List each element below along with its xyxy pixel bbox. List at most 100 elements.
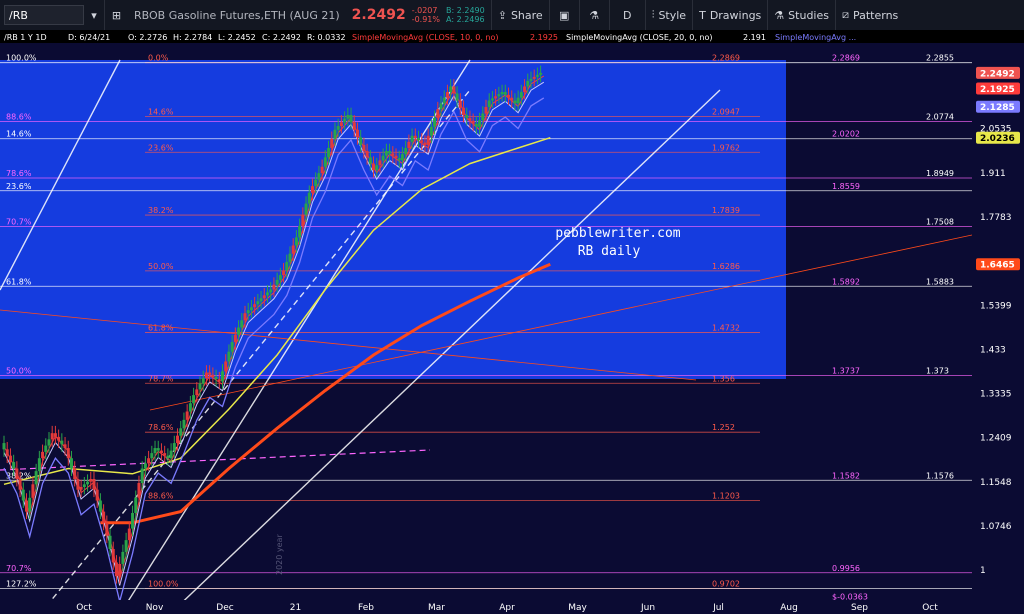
fib-mid-label-3: 38.2% — [148, 206, 174, 215]
change-value: -.0207 — [411, 6, 438, 15]
candle-body-2 — [8, 455, 12, 463]
patterns-label: Patterns — [852, 8, 899, 22]
symbol-text: /RB — [9, 8, 28, 22]
style-button[interactable]: ⫶ Style — [644, 0, 692, 30]
fib-left-label-9: 70.7% — [6, 564, 32, 573]
candle-body-128 — [413, 135, 417, 139]
fib-mid-label-7: 78.6% — [148, 423, 174, 432]
candle-body-122 — [394, 155, 398, 159]
time-tick-6: Apr — [499, 603, 515, 613]
candle-body-21 — [69, 458, 73, 469]
legend-high: H: 2.2784 — [173, 33, 212, 42]
fib-box — [0, 60, 786, 379]
candle-body-4 — [15, 468, 19, 480]
top-toolbar: /RB ▾ ⊞ RBOB Gasoline Futures,ETH (AUG 2… — [0, 0, 1024, 31]
legend-low: L: 2.2452 — [218, 33, 256, 42]
candle-body-94 — [304, 203, 308, 215]
candle-body-138 — [445, 92, 449, 98]
candle-body-133 — [429, 126, 433, 136]
candle-body-35 — [114, 562, 118, 577]
symbol-search-button[interactable]: ▾ — [84, 0, 104, 30]
legend-date: D: 6/24/21 — [68, 33, 110, 42]
fib-mid-label-4: 50.0% — [148, 262, 174, 271]
candle-body-162 — [523, 86, 527, 93]
candle-body-8 — [28, 497, 32, 512]
price-tick-1: 1.911 — [980, 169, 1006, 179]
candle-body-110 — [355, 129, 359, 138]
candle-body-65 — [211, 374, 215, 377]
candle-body-104 — [336, 126, 340, 130]
time-tick-7: May — [568, 603, 587, 613]
candle-body-64 — [208, 372, 212, 375]
candle-body-59 — [192, 395, 196, 404]
candle-body-5 — [18, 479, 22, 490]
candle-body-109 — [352, 122, 356, 130]
candle-body-146 — [471, 120, 475, 124]
candle-body-140 — [452, 86, 456, 94]
candle-body-17 — [57, 436, 61, 441]
legend-close: C: 2.2492 — [262, 33, 301, 42]
candle-body-143 — [462, 107, 466, 115]
snapshot-button[interactable]: ▣ — [548, 0, 579, 30]
candle-body-29 — [95, 489, 99, 501]
candle-body-115 — [372, 163, 376, 170]
price-tick-4: 1.433 — [980, 345, 1006, 355]
candle-style-icon: ⫶ — [651, 8, 655, 21]
candle-body-62 — [201, 378, 205, 384]
candle-body-46 — [150, 453, 154, 459]
candle-body-33 — [108, 535, 112, 549]
candle-body-139 — [449, 86, 453, 93]
time-tick-12: Oct — [922, 603, 938, 613]
fib-left-label-5: 70.7% — [6, 218, 32, 227]
candle-body-129 — [417, 138, 421, 141]
symbol-input[interactable]: /RB — [4, 5, 84, 25]
price-chart[interactable]: 0.0% 2.2869 14.6% 2.0947 23.6% 1.9762 38.2% 1.7… — [0, 30, 1024, 614]
candle-body-97 — [314, 179, 318, 187]
candle-body-106 — [343, 118, 347, 123]
year-label: 2020 year — [275, 534, 284, 575]
studies-label: Studies — [788, 8, 829, 22]
candle-body-80 — [259, 298, 263, 302]
studies-button[interactable]: ⚗ Studies — [767, 0, 835, 30]
candle-body-157 — [506, 94, 510, 98]
candle-body-92 — [298, 225, 302, 238]
patterns-button[interactable]: ⧄ Patterns — [834, 0, 904, 30]
candle-body-54 — [176, 435, 180, 444]
compare-button[interactable]: ⊞ — [104, 0, 128, 30]
fib-right-pink-6: 1.5892 — [832, 277, 860, 286]
fib-right-white-8: 1.1576 — [926, 471, 954, 480]
flask-button[interactable]: ⚗ — [578, 0, 609, 30]
candle-body-111 — [359, 137, 363, 145]
share-label: Share — [510, 8, 543, 22]
candle-body-131 — [423, 142, 427, 145]
candle-body-137 — [442, 97, 446, 104]
candle-body-66 — [214, 376, 218, 380]
share-button[interactable]: ⇪ Share — [490, 0, 549, 30]
candle-body-134 — [433, 117, 437, 127]
legend: /RB 1 Y 1D D: 6/24/21 O: 2.2726 H: 2.278… — [0, 30, 1024, 43]
candle-body-0 — [2, 443, 6, 450]
fib-right-white-6: 1.5883 — [926, 277, 954, 286]
candle-body-152 — [490, 98, 494, 101]
fib-right-white-0: 2.2855 — [926, 54, 954, 63]
drawings-button[interactable]: T Drawings — [692, 0, 767, 30]
fib-left-label-0: 100.0% — [6, 54, 37, 63]
candle-body-31 — [102, 511, 106, 523]
candle-body-83 — [269, 289, 273, 293]
candle-body-116 — [375, 165, 379, 170]
candle-body-49 — [159, 450, 163, 454]
timeframe-button[interactable]: D — [608, 0, 645, 30]
candle-body-166 — [535, 74, 539, 77]
candle-body-159 — [513, 100, 517, 104]
candle-body-9 — [31, 484, 35, 498]
last-price: 2.2492 — [351, 7, 406, 23]
price-tick-8: 1.0746 — [980, 522, 1012, 532]
price-badge-label-3: 2.0236 — [980, 134, 1015, 144]
candle-body-39 — [127, 528, 131, 541]
candle-body-53 — [172, 443, 176, 451]
candle-body-98 — [317, 173, 321, 180]
candle-body-135 — [436, 109, 440, 118]
candle-body-40 — [131, 512, 135, 529]
candle-body-95 — [307, 192, 311, 204]
candle-body-71 — [230, 342, 234, 352]
